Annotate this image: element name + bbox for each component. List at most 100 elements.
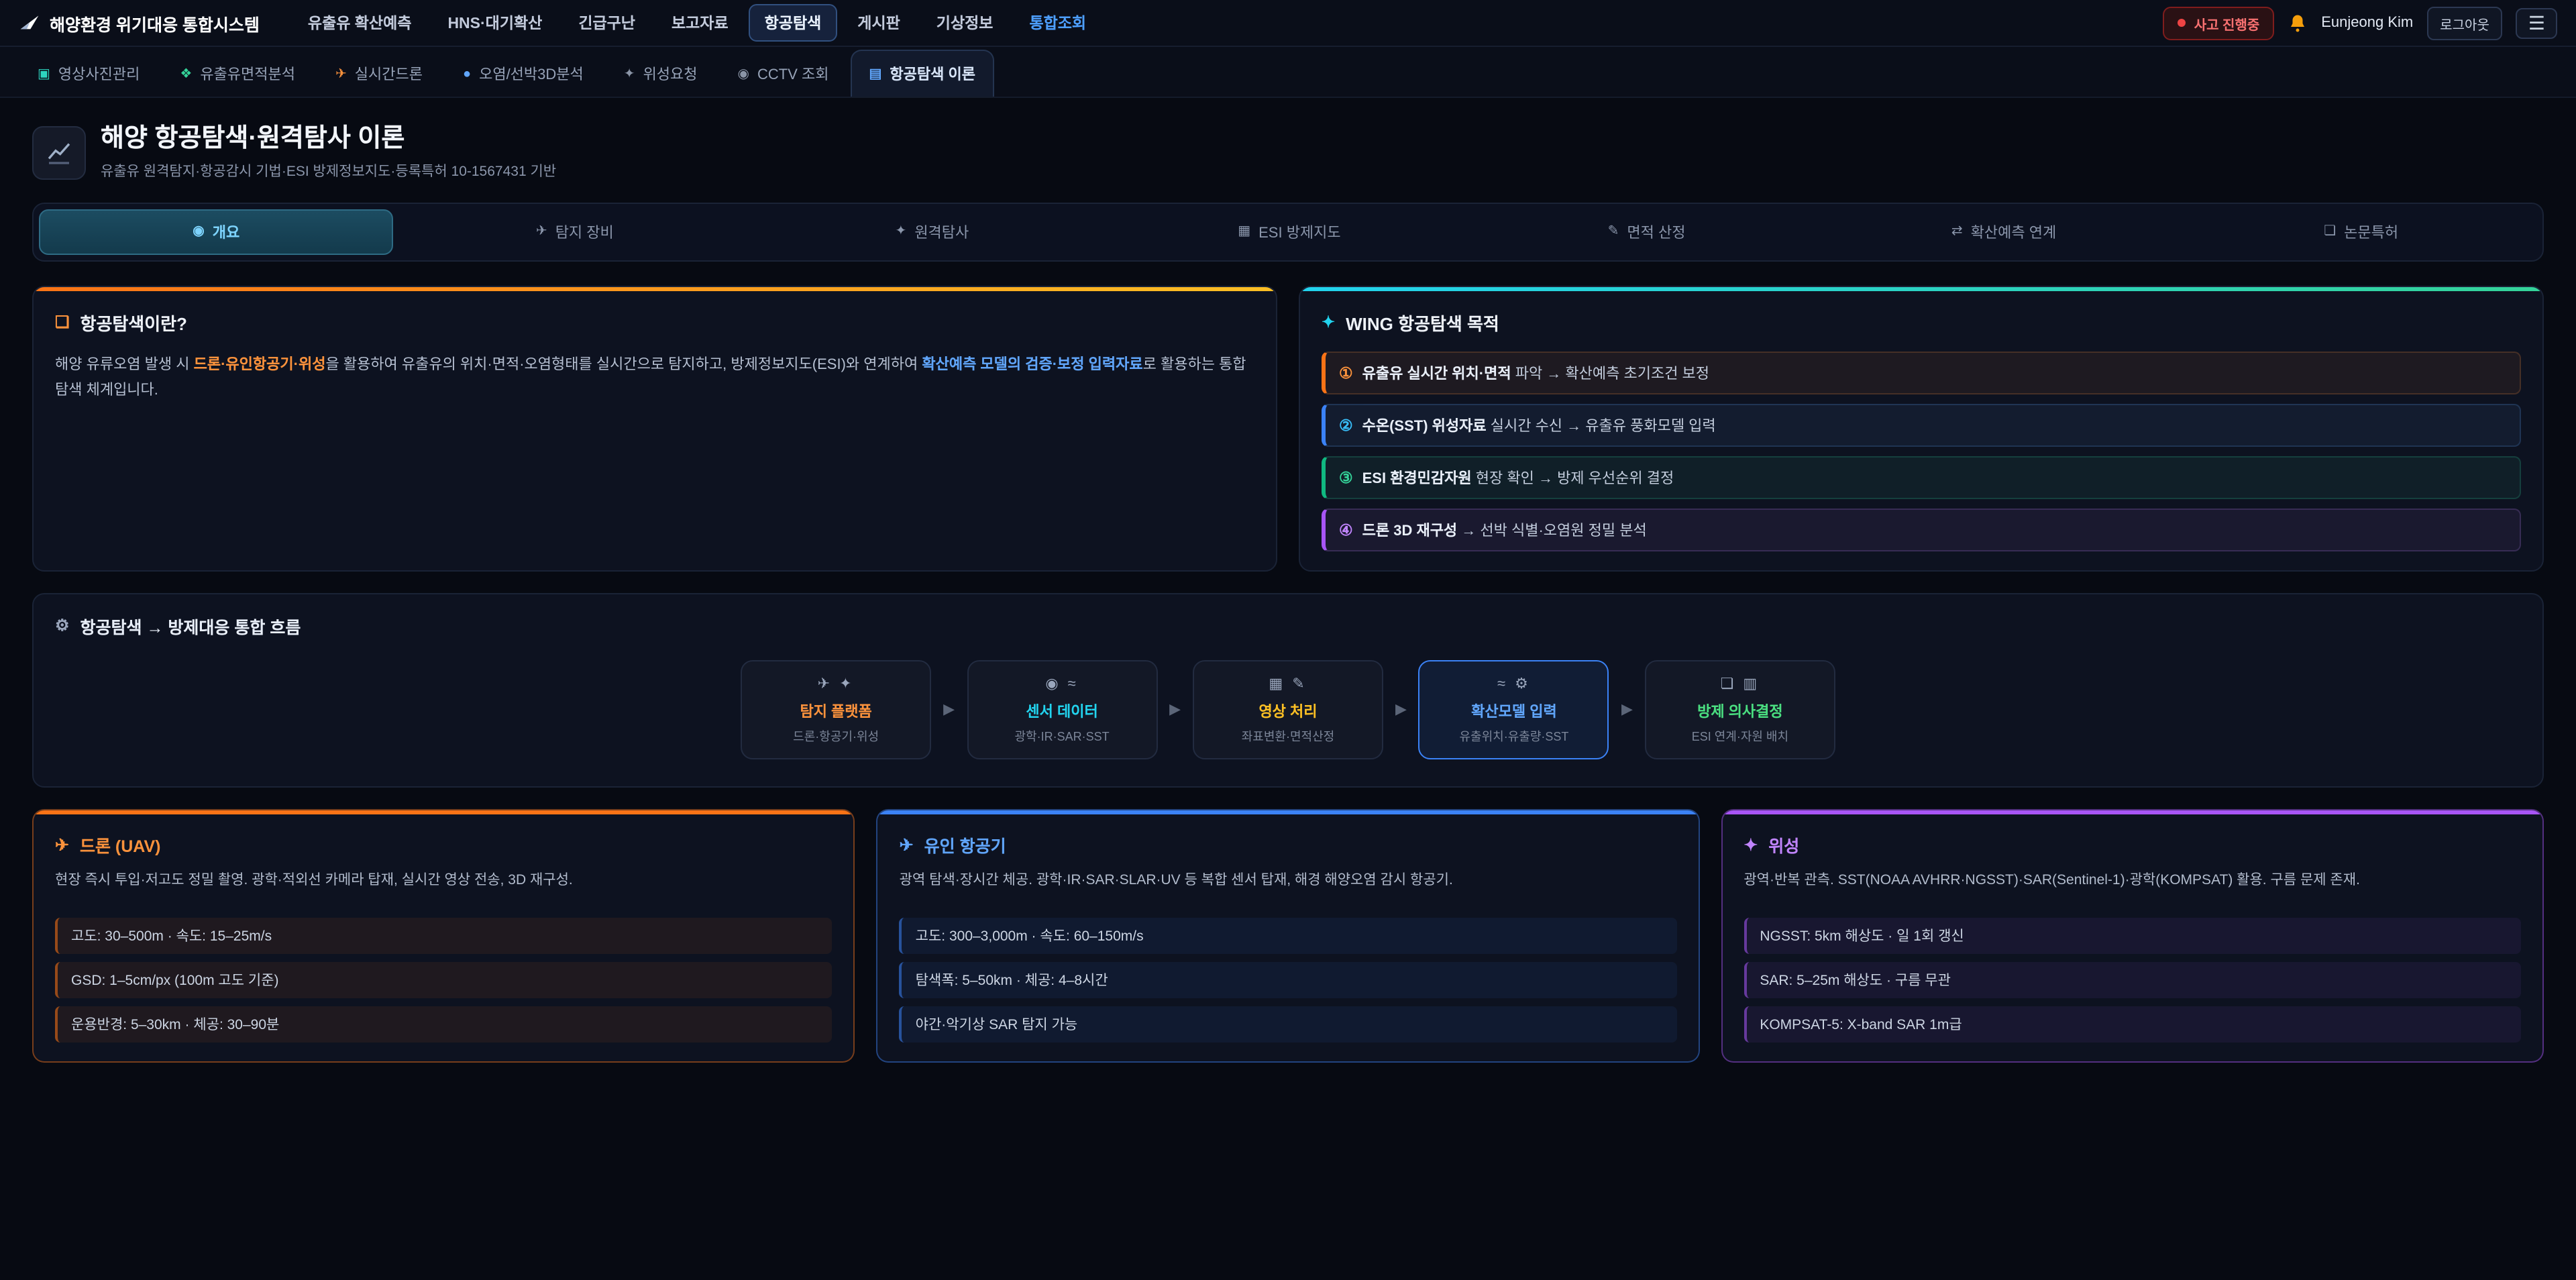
tab-label: 면적 산정 <box>1627 221 1685 243</box>
wing-logo-icon <box>19 12 40 34</box>
topbar-right: 사고 진행중 Eunjeong Kim 로그아웃 ☰ <box>2163 6 2557 40</box>
flow-step-sub: 유출위치·유출량·SST <box>1428 727 1600 745</box>
image-icon: ▣ <box>38 66 50 81</box>
flow-step-sub: 드론·항공기·위성 <box>750 727 922 745</box>
aircraft-card-title-text: 유인 항공기 <box>924 832 1006 857</box>
tab-label: 탐지 장비 <box>555 221 614 243</box>
aircraft-spec-altitude-speed: 고도: 300–3,000m · 속도: 60–150m/s <box>900 918 1677 954</box>
drone-spec-altitude-speed: 고도: 30–500m · 속도: 15–25m/s <box>55 918 833 954</box>
satellite-card-description: 광역·반복 관측. SST(NOAA AVHRR·NGSST)·SAR(Sent… <box>1743 869 2521 910</box>
what-card-body: 해양 유류오염 발생 시 드론·유인항공기·위성을 활용하여 유출유의 위치·면… <box>55 353 1254 405</box>
satellite-card: ✦ 위성 광역·반복 관측. SST(NOAA AVHRR·NGSST)·SAR… <box>1721 809 2544 1063</box>
subnav-item-realtime-drone[interactable]: ✈ 실시간드론 <box>317 50 441 97</box>
satellite-spec-sar: SAR: 5–25m 해상도 · 구름 무관 <box>1743 962 2521 998</box>
flow-step-response-decision: ❏ ▥ 방제 의사결정 ESI 연계·자원 배치 <box>1645 660 1835 759</box>
tab-remote-sensing[interactable]: ✦ 원격탐사 <box>756 209 1108 255</box>
subnav-label: 실시간드론 <box>355 63 423 85</box>
nav-item-reports[interactable]: 보고자료 <box>655 4 745 42</box>
drone-card-title-text: 드론 (UAV) <box>80 832 161 857</box>
purpose-item-4: ④ 드론 3D 재구성 → 선박 식별·오염원 정밀 분석 <box>1322 509 2521 551</box>
subnav-item-pollution-ship-3d[interactable]: ● 오염/선박3D분석 <box>444 50 602 97</box>
top-navigation-bar: 해양환경 위기대응 통합시스템 유출유 확산예측 HNS·대기확산 긴급구난 보… <box>0 0 2576 47</box>
satellite-icon: ✦ <box>624 66 635 81</box>
nav-item-weather[interactable]: 기상정보 <box>920 4 1010 42</box>
satellite-spec-kompsat: KOMPSAT-5: X-band SAR 1m급 <box>1743 1006 2521 1043</box>
purpose-card-title-text: WING 항공탐색 목적 <box>1346 310 1499 335</box>
flow-step-label: 센서 데이터 <box>976 700 1148 722</box>
drone-card-title: ✈ 드론 (UAV) <box>55 832 833 857</box>
flow-step-sub: ESI 연계·자원 배치 <box>1654 727 1826 745</box>
overview-cards-row: ❏ 항공탐색이란? 해양 유류오염 발생 시 드론·유인항공기·위성을 활용하여… <box>32 286 2544 572</box>
flow-diagram: ✈ ✦ 탐지 플랫폼 드론·항공기·위성 ▶ ◉ ≈ 센서 데이터 광학·IR·… <box>55 660 2521 759</box>
nav-item-aerial-search[interactable]: 항공탐색 <box>749 4 838 42</box>
item-bold: 수온(SST) 위성자료 <box>1362 419 1487 435</box>
nav-item-integrated-search[interactable]: 통합조회 <box>1013 4 1102 42</box>
wing-purpose-card: ✦ WING 항공탐색 목적 ① 유출유 실시간 위치·면적 파악 → 확산예측… <box>1299 286 2544 572</box>
page-subtitle: 유출유 원격탐지·항공감시 기법·ESI 방제정보지도·등록특허 10-1567… <box>101 161 556 181</box>
drone-card-description: 현장 즉시 투입·저고도 정밀 촬영. 광학·적외선 카메라 탑재, 실시간 영… <box>55 869 833 910</box>
tab-overview[interactable]: ◉ 개요 <box>39 209 394 255</box>
tab-papers-patents[interactable]: ❏ 논문특허 <box>2185 209 2537 255</box>
item-rest: 실시간 수신 → 유출유 풍화모델 입력 <box>1487 419 1716 435</box>
arrow-right-icon: ▶ <box>1621 701 1633 718</box>
subnav-label: 위성요청 <box>643 63 698 85</box>
flow-step-sub: 광학·IR·SAR·SST <box>976 727 1148 745</box>
incident-dot-icon <box>2178 19 2186 27</box>
aircraft-card-title: ✈ 유인 항공기 <box>900 832 1677 857</box>
purple-accent-line <box>1722 810 2542 814</box>
map-icon: ▦ <box>1238 225 1250 239</box>
what-is-aerial-search-card: ❏ 항공탐색이란? 해양 유류오염 발생 시 드론·유인항공기·위성을 활용하여… <box>32 286 1277 572</box>
flow-title-text: 항공탐색 → 방제대응 통합 흐름 <box>80 613 301 639</box>
purpose-list: ① 유출유 실시간 위치·면적 파악 → 확산예측 초기조건 보정 ② 수온(S… <box>1322 352 2521 551</box>
tab-prediction-link[interactable]: ⇄ 확산예측 연계 <box>1828 209 2180 255</box>
tab-detection-equipment[interactable]: ✈ 탐지 장비 <box>399 209 751 255</box>
document-icon: ❏ <box>2324 225 2336 239</box>
satellite-icon: ✦ <box>1743 835 1758 855</box>
analysis-icon: ❖ <box>180 66 192 81</box>
satellite-icon: ✦ <box>896 225 907 239</box>
item-number: ③ <box>1339 468 1353 487</box>
platform-cards-row: ✈ 드론 (UAV) 현장 즉시 투입·저고도 정밀 촬영. 광학·적외선 카메… <box>32 809 2544 1063</box>
tab-label: ESI 방제지도 <box>1258 221 1341 243</box>
nav-item-emergency-rescue[interactable]: 긴급구난 <box>562 4 651 42</box>
sensor-icons: ◉ ≈ <box>976 675 1148 692</box>
manned-aircraft-card: ✈ 유인 항공기 광역 탐색·장시간 체공. 광학·IR·SAR·SLAR·UV… <box>877 809 1700 1063</box>
hamburger-menu-button[interactable]: ☰ <box>2516 7 2557 38</box>
nav-item-oil-spill-prediction[interactable]: 유출유 확산예측 <box>292 4 428 42</box>
link-icon: ⇄ <box>1951 225 1963 239</box>
subnav-item-cctv[interactable]: ◉ CCTV 조회 <box>719 50 848 97</box>
aircraft-spec-swath-endurance: 탐색폭: 5–50km · 체공: 4–8시간 <box>900 962 1677 998</box>
section-tab-bar: ◉ 개요 ✈ 탐지 장비 ✦ 원격탐사 ▦ ESI 방제지도 ✎ 면적 산정 ⇄… <box>32 203 2544 262</box>
incident-badge-label: 사고 진행중 <box>2194 13 2260 33</box>
drone-icon: ✈ <box>335 66 347 81</box>
plane-icon: ✈ <box>900 835 914 855</box>
nav-item-board[interactable]: 게시판 <box>841 4 916 42</box>
nav-item-hns-diffusion[interactable]: HNS·대기확산 <box>431 4 558 42</box>
item-rest: 현장 확인 → 방제 우선순위 결정 <box>1472 471 1674 487</box>
what-card-title: ❏ 항공탐색이란? <box>55 310 1254 335</box>
flow-step-label: 방제 의사결정 <box>1654 700 1826 722</box>
item-bold: ESI 환경민감자원 <box>1362 471 1472 487</box>
subnav-item-satellite-request[interactable]: ✦ 위성요청 <box>605 50 716 97</box>
arrow-right-icon: ▶ <box>1395 701 1407 718</box>
subnav-item-image-management[interactable]: ▣ 영상사진관리 <box>19 50 158 97</box>
integrated-flow-card: ⚙ 항공탐색 → 방제대응 통합 흐름 ✈ ✦ 탐지 플랫폼 드론·항공기·위성… <box>32 593 2544 788</box>
arrow-right-icon: ▶ <box>1169 701 1181 718</box>
flow-step-detection-platform: ✈ ✦ 탐지 플랫폼 드론·항공기·위성 <box>741 660 931 759</box>
orange-accent-line <box>34 810 854 814</box>
notification-bell-icon[interactable] <box>2288 13 2308 33</box>
body-text: 해양 유류오염 발생 시 <box>55 357 194 373</box>
user-name: Eunjeong Kim <box>2321 15 2413 31</box>
incident-status-badge[interactable]: 사고 진행중 <box>2163 6 2275 40</box>
pencil-icon: ✎ <box>1608 225 1619 239</box>
tab-area-calculation[interactable]: ✎ 면적 산정 <box>1470 209 1823 255</box>
flow-step-sensor-data: ◉ ≈ 센서 데이터 광학·IR·SAR·SST <box>967 660 1157 759</box>
satellite-icon: ✦ <box>1322 313 1335 332</box>
subnav-item-aerial-search-theory[interactable]: ▤ 항공탐색 이론 <box>851 50 994 97</box>
sub-navigation-bar: ▣ 영상사진관리 ❖ 유출유면적분석 ✈ 실시간드론 ● 오염/선박3D분석 ✦… <box>0 47 2576 98</box>
aircraft-spec-sar-capability: 야간·악기상 SAR 탐지 가능 <box>900 1006 1677 1043</box>
tab-esi-map[interactable]: ▦ ESI 방제지도 <box>1114 209 1466 255</box>
logout-button[interactable]: 로그아웃 <box>2426 6 2503 40</box>
subnav-item-oil-area-analysis[interactable]: ❖ 유출유면적분석 <box>161 50 314 97</box>
ship-3d-icon: ● <box>463 66 471 81</box>
